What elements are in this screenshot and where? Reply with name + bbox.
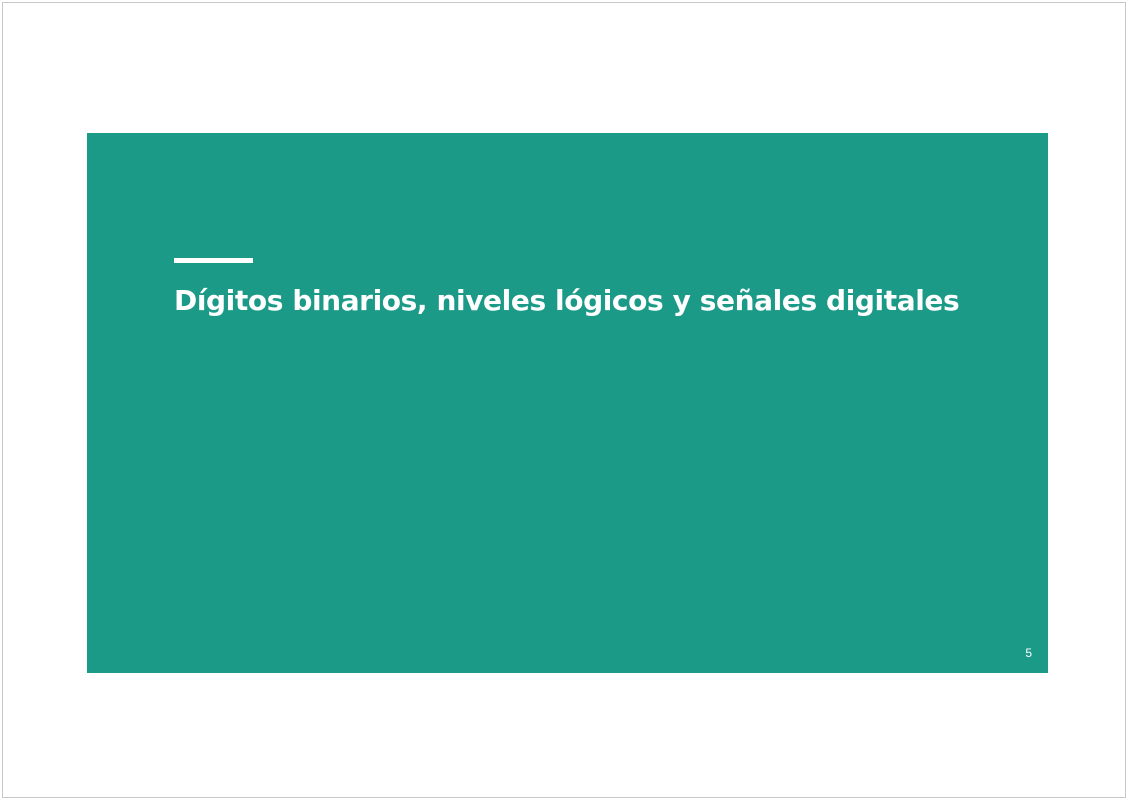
title-accent-bar xyxy=(174,258,253,263)
document-page: Dígitos binarios, niveles lógicos y seña… xyxy=(2,2,1126,798)
page-number: 5 xyxy=(1025,646,1032,660)
slide-title: Dígitos binarios, niveles lógicos y seña… xyxy=(174,284,960,317)
slide: Dígitos binarios, niveles lógicos y seña… xyxy=(87,133,1048,673)
